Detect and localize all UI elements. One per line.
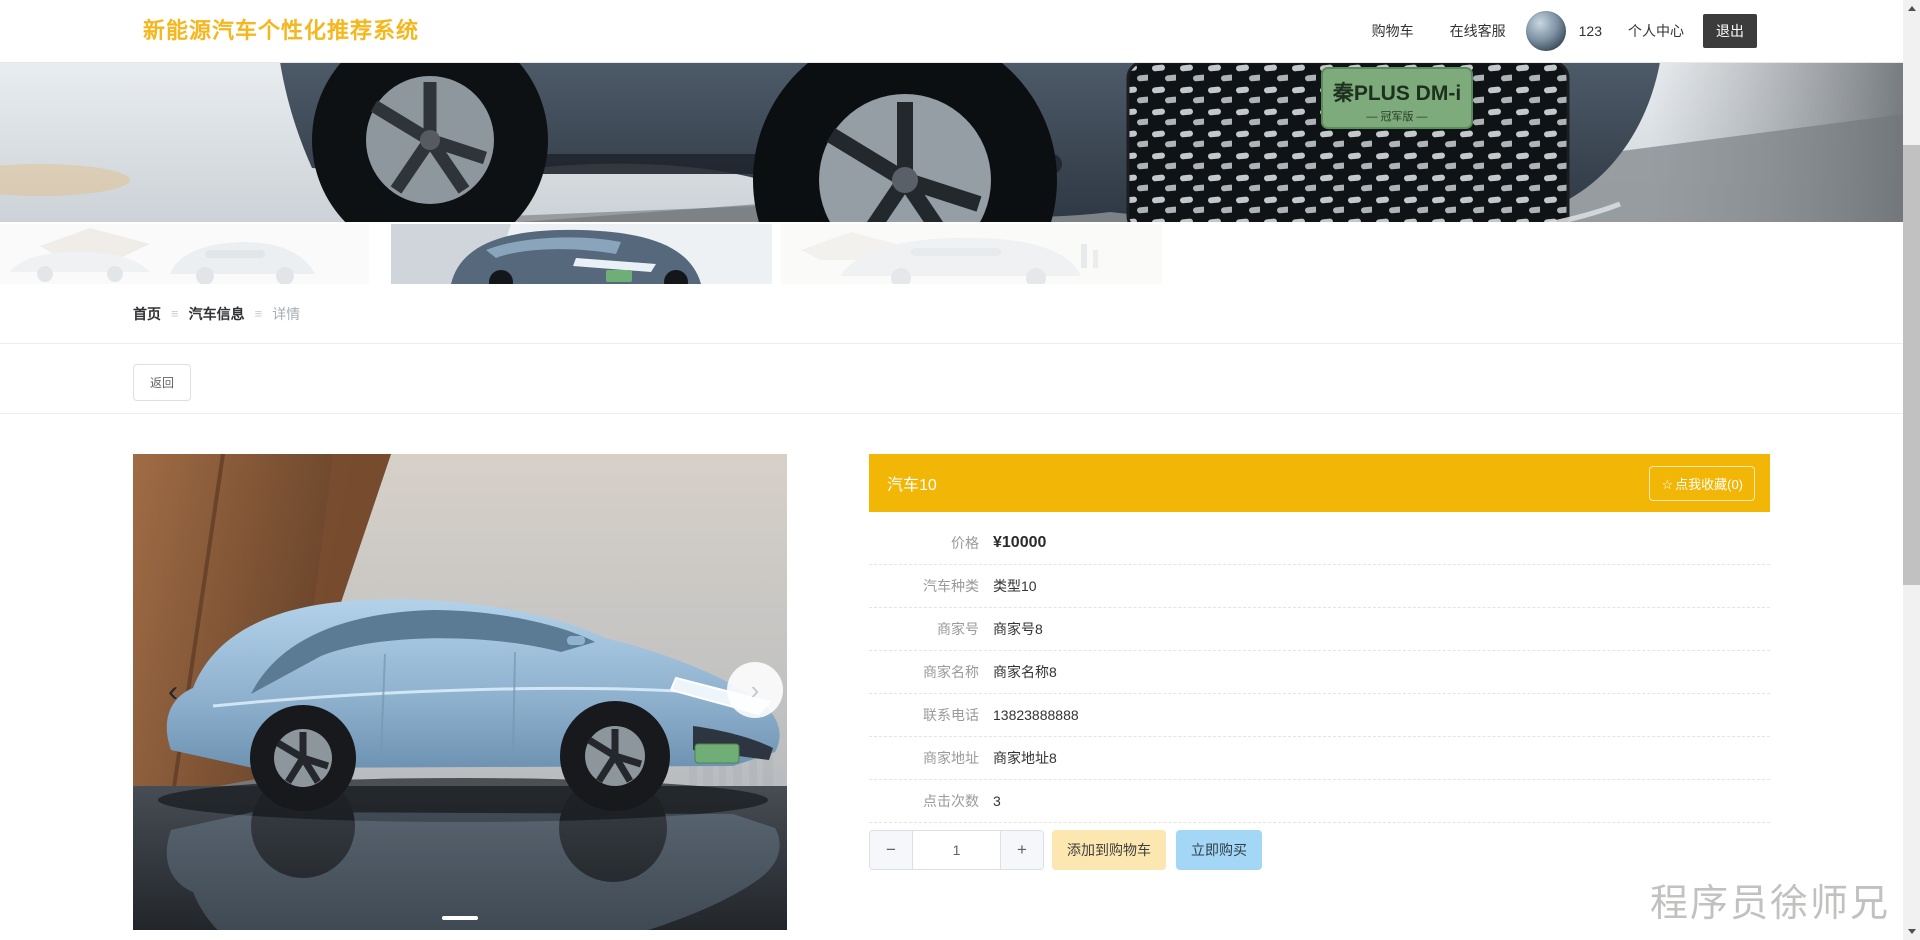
logout-button[interactable]: 退出 xyxy=(1703,14,1757,48)
page: 新能源汽车个性化推荐系统 购物车 在线客服 123 个人中心 退出 秦PLUS … xyxy=(0,0,1920,940)
car-rear-wheel xyxy=(250,705,356,811)
breadcrumb-detail: 详情 xyxy=(272,305,301,322)
breadcrumb-separator-icon: ≡ xyxy=(171,306,179,321)
chevron-right-icon: › xyxy=(750,674,760,705)
svg-text:— 冠军版 —: — 冠军版 — xyxy=(1366,109,1427,123)
product-title-bar: 汽车10 ☆ 点我收藏(0) xyxy=(869,454,1770,512)
star-icon: ☆ xyxy=(1661,476,1674,492)
app-title: 新能源汽车个性化推荐系统 xyxy=(143,18,420,43)
attribute-value: 13823888888 xyxy=(993,707,1079,723)
toolbar: 返回 xyxy=(0,345,1920,414)
buy-now-button[interactable]: 立即购买 xyxy=(1176,830,1262,870)
car-front-wheel xyxy=(560,701,670,811)
back-button[interactable]: 返回 xyxy=(133,364,192,401)
attribute-value: 商家地址8 xyxy=(993,750,1057,766)
svg-text:秦PLUS DM-i: 秦PLUS DM-i xyxy=(1332,82,1461,105)
attribute-label: 商家号 xyxy=(937,621,979,637)
product-image-carousel: ‹ › xyxy=(133,454,787,930)
scrollbar-up-arrow-icon[interactable] xyxy=(1903,0,1920,17)
watermark-text: 程序员徐师兄 xyxy=(1650,883,1891,925)
attribute-row: 点击次数 3 xyxy=(869,780,1770,823)
breadcrumb: 首页 ≡ 汽车信息 ≡ 详情 xyxy=(133,304,300,324)
username: 123 xyxy=(1578,23,1602,39)
attribute-label: 商家名称 xyxy=(923,664,979,680)
hero-rear-wheel xyxy=(312,62,548,222)
breadcrumb-home[interactable]: 首页 xyxy=(133,304,161,324)
hero-car-image: 秦PLUS DM-i — 冠军版 — xyxy=(0,62,1920,222)
attribute-row: 价格 ¥10000 xyxy=(869,522,1770,565)
add-to-cart-button[interactable]: 添加到购物车 xyxy=(1052,830,1166,870)
attribute-value: 商家名称8 xyxy=(993,664,1057,680)
attribute-label: 商家地址 xyxy=(923,750,979,766)
page-scrollbar[interactable] xyxy=(1903,0,1920,940)
hero-carousel[interactable]: 秦PLUS DM-i — 冠军版 — xyxy=(0,62,1920,222)
attribute-value: 类型10 xyxy=(993,578,1037,594)
nav-customer-service[interactable]: 在线客服 xyxy=(1450,21,1506,41)
attribute-row: 商家地址 商家地址8 xyxy=(869,737,1770,780)
quantity-increase-button[interactable]: + xyxy=(1000,831,1043,869)
product-car-image xyxy=(133,454,787,930)
thumbnail-3[interactable] xyxy=(781,224,1162,284)
thumbnail-1[interactable] xyxy=(0,224,369,284)
nav-profile[interactable]: 个人中心 xyxy=(1628,21,1684,41)
breadcrumb-section: 首页 ≡ 汽车信息 ≡ 详情 xyxy=(0,284,1920,344)
collect-button[interactable]: ☆ 点我收藏(0) xyxy=(1649,465,1755,501)
collect-label: 点我收藏(0) xyxy=(1675,476,1743,492)
attribute-row: 联系电话 13823888888 xyxy=(869,694,1770,737)
scrollbar-thumb[interactable] xyxy=(1903,145,1920,585)
quantity-decrease-button[interactable]: − xyxy=(870,831,913,869)
breadcrumb-separator-icon: ≡ xyxy=(254,306,263,321)
header-nav: 购物车 在线客服 123 个人中心 退出 xyxy=(1372,0,1757,62)
purchase-controls: − + 添加到购物车 立即购买 xyxy=(869,830,1770,870)
attribute-value: ¥10000 xyxy=(993,534,1047,551)
quantity-input[interactable] xyxy=(913,831,1000,869)
product-detail-panel: 汽车10 ☆ 点我收藏(0) 价格 ¥10000 汽车种类 类型10 商家号 商家… xyxy=(869,454,1770,870)
avatar[interactable] xyxy=(1525,11,1566,51)
product-title: 汽车10 xyxy=(887,477,937,494)
attribute-row: 商家名称 商家名称8 xyxy=(869,651,1770,694)
nav-cart[interactable]: 购物车 xyxy=(1372,21,1414,41)
product-attributes: 价格 ¥10000 汽车种类 类型10 商家号 商家号8 商家名称 商家名称8 … xyxy=(869,522,1770,823)
hero-front-wheel xyxy=(753,62,1057,222)
header: 新能源汽车个性化推荐系统 购物车 在线客服 123 个人中心 退出 xyxy=(0,0,1920,63)
carousel-prev-arrow-icon[interactable]: ‹ xyxy=(155,672,191,712)
attribute-label: 价格 xyxy=(951,535,979,551)
scrollbar-down-arrow-icon[interactable] xyxy=(1903,923,1920,940)
attribute-row: 商家号 商家号8 xyxy=(869,608,1770,651)
attribute-value: 3 xyxy=(993,793,1001,809)
breadcrumb-car-info[interactable]: 汽车信息 xyxy=(189,304,245,324)
quantity-stepper: − + xyxy=(869,830,1044,870)
carousel-indicator[interactable] xyxy=(442,916,478,920)
attribute-row: 汽车种类 类型10 xyxy=(869,565,1770,608)
attribute-label: 点击次数 xyxy=(923,793,979,809)
attribute-label: 汽车种类 xyxy=(923,578,979,594)
attribute-label: 联系电话 xyxy=(923,707,979,723)
attribute-value: 商家号8 xyxy=(993,621,1043,637)
carousel-next-arrow-icon[interactable]: › xyxy=(727,662,783,718)
carousel-thumbnails xyxy=(0,224,1920,284)
license-plate: 秦PLUS DM-i — 冠军版 — xyxy=(1321,67,1473,129)
thumbnail-2-active[interactable] xyxy=(391,224,772,284)
